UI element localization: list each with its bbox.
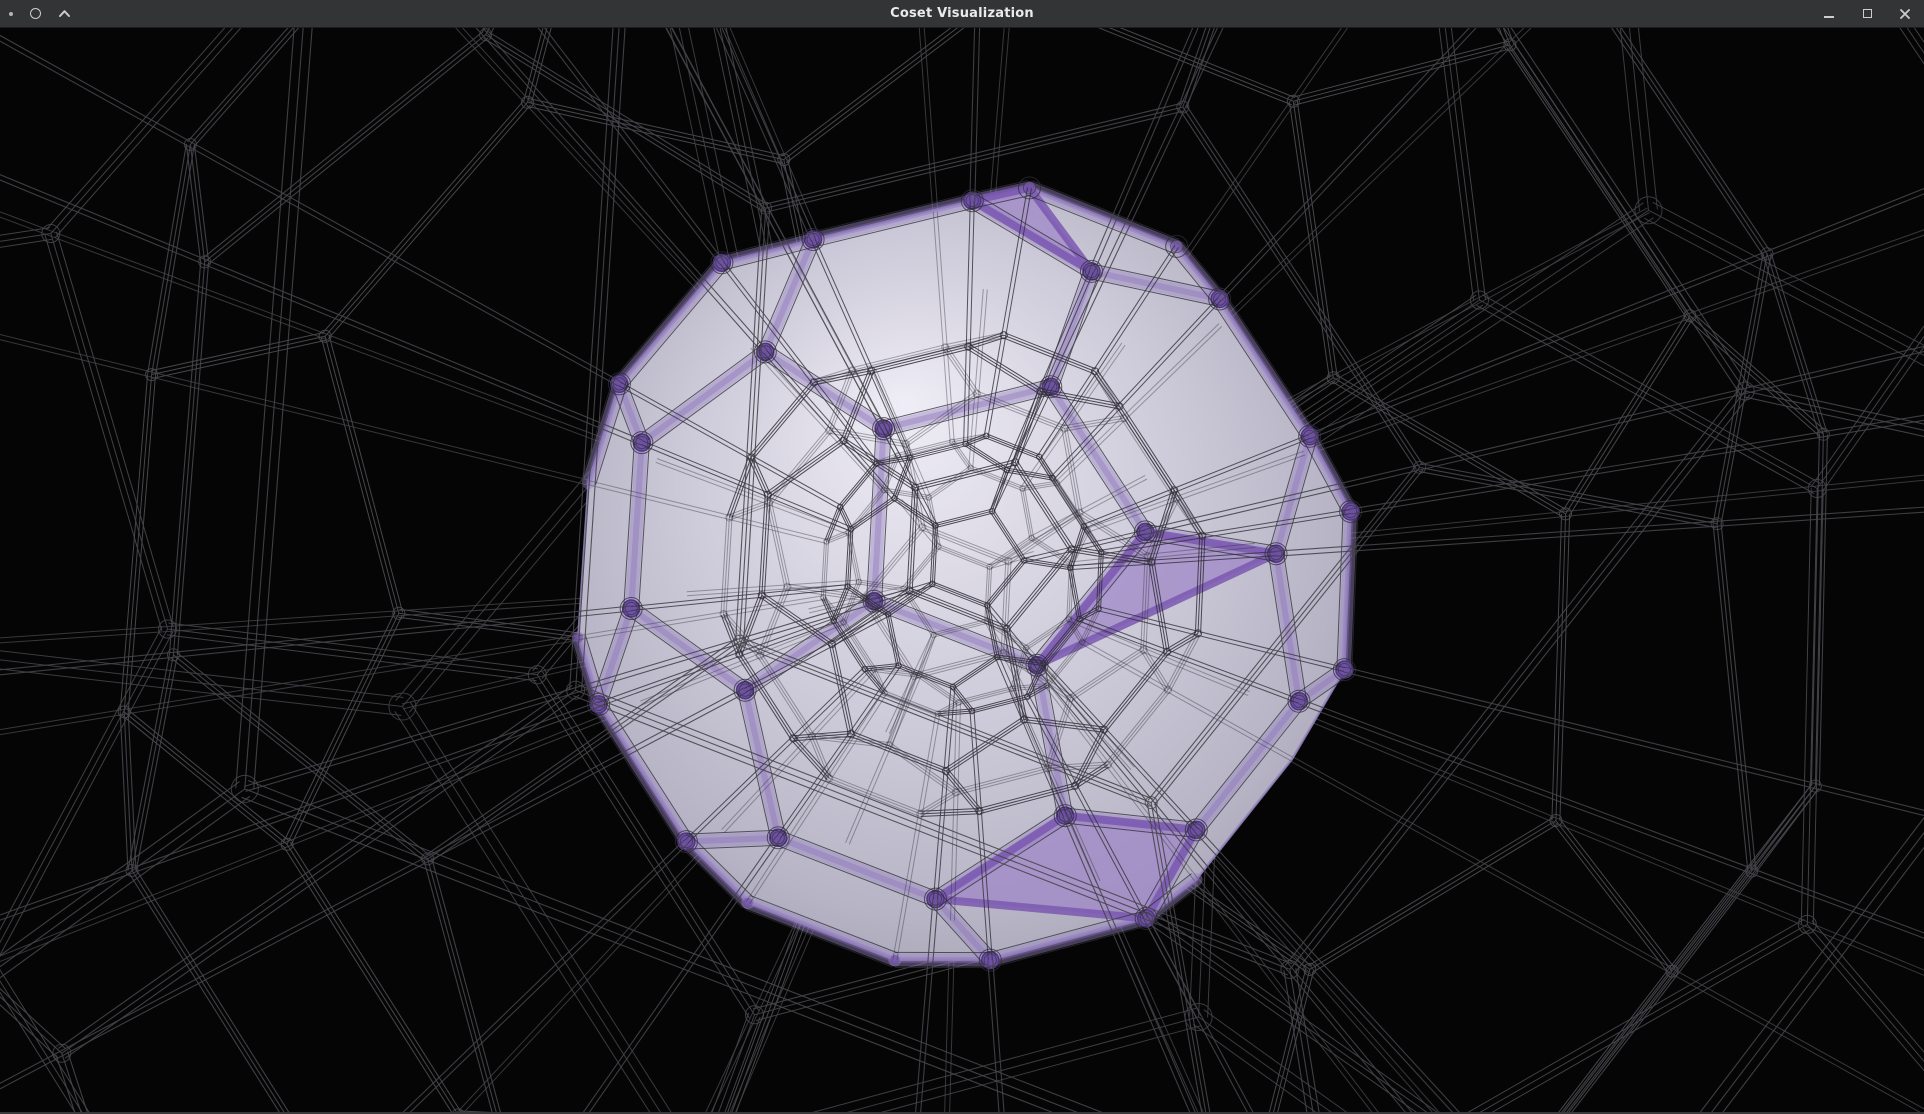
circle-icon	[30, 8, 41, 19]
titlebar[interactable]: Coset Visualization	[0, 0, 1924, 28]
window-title: Coset Visualization	[0, 6, 1924, 21]
minimize-icon	[1824, 16, 1834, 18]
coset-3d-scene[interactable]	[0, 28, 1924, 1112]
minimize-button[interactable]	[1822, 7, 1836, 21]
close-icon	[1899, 8, 1911, 20]
close-button[interactable]	[1898, 7, 1912, 21]
app-window: Coset Visualization	[0, 0, 1924, 1114]
maximize-icon	[1863, 9, 1872, 18]
window-controls	[1822, 0, 1912, 27]
viewport-3d[interactable]	[0, 28, 1924, 1112]
maximize-button[interactable]	[1860, 7, 1874, 21]
titlebar-left-icons	[9, 0, 71, 27]
dot-icon	[9, 12, 13, 16]
caret-up-icon	[58, 9, 71, 18]
